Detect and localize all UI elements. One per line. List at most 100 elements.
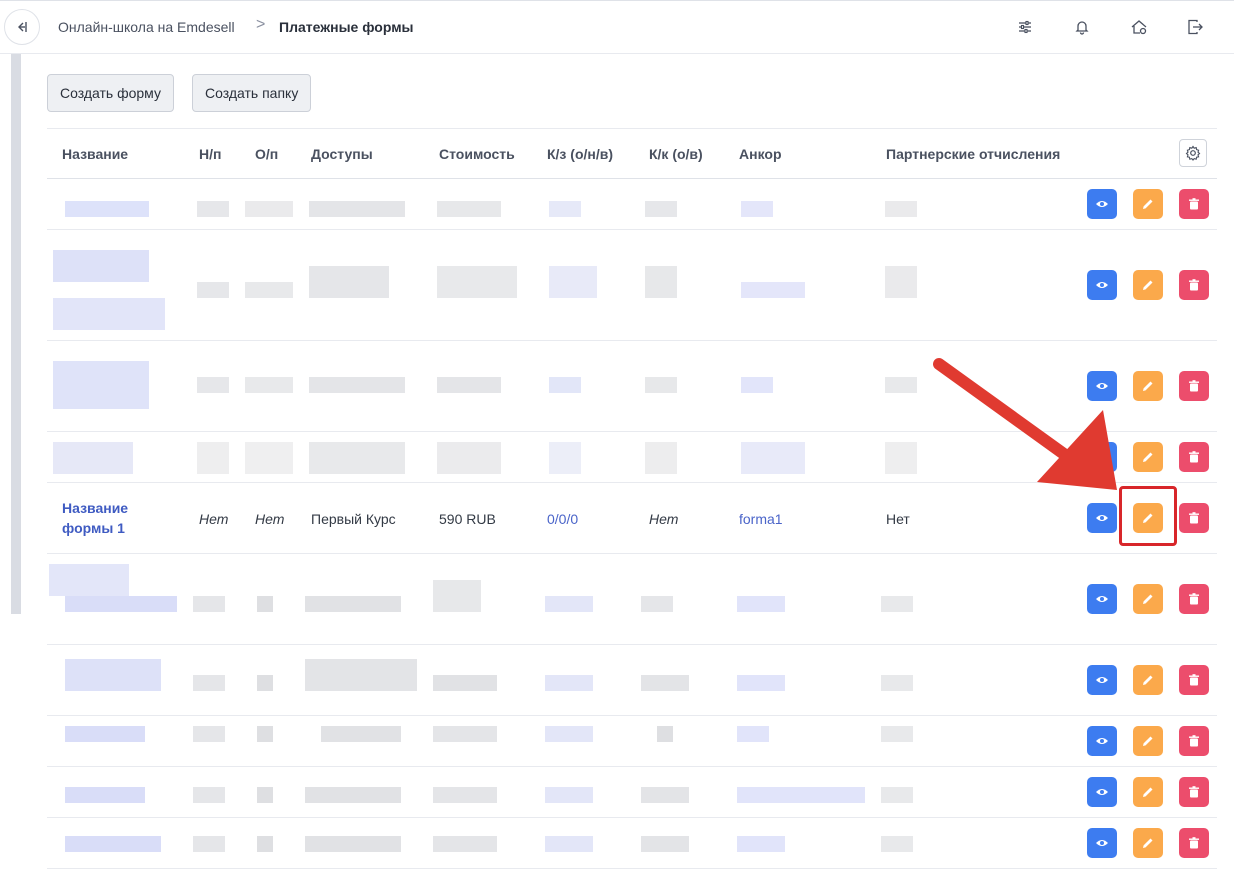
blurred-cell [257,787,273,803]
blurred-cell [737,596,785,612]
blurred-cell [741,377,773,393]
blurred-cell [193,836,225,852]
blurred-cell [433,836,497,852]
op-value: Нет [255,511,285,527]
edit-button[interactable] [1133,371,1163,401]
blurred-cell [545,787,593,803]
delete-button[interactable] [1179,665,1209,695]
pencil-icon [1143,675,1153,685]
table-row[interactable] [47,554,1217,645]
blurred-cell [65,659,161,691]
breadcrumb-separator: > [256,16,266,33]
header-kk: К/к (о/в) [649,146,703,162]
blurred-cell [245,282,293,298]
blurred-cell [309,266,389,298]
blurred-cell [657,726,673,742]
edit-button[interactable] [1133,270,1163,300]
blurred-cell [193,726,225,742]
edit-button[interactable] [1133,665,1163,695]
blurred-cell [741,282,805,298]
blurred-cell [549,201,581,217]
edit-button[interactable] [1133,726,1163,756]
form-name-link[interactable]: Название формы 1 [62,498,152,538]
access-value: Первый Курс [311,511,396,527]
anchor-link[interactable]: forma1 [739,511,783,527]
blurred-cell [305,596,401,612]
blurred-cell [193,787,225,803]
blurred-cell [545,726,593,742]
table-settings-button[interactable] [1179,139,1207,167]
collapse-sidebar-button[interactable] [4,9,40,45]
blurred-cell [245,442,293,474]
delete-button[interactable] [1179,584,1209,614]
view-button[interactable] [1087,270,1117,300]
pencil-icon [1143,787,1153,797]
table-header: Название Н/п О/п Доступы Стоимость К/з (… [47,129,1217,179]
blurred-cell [305,659,417,691]
view-button[interactable] [1087,726,1117,756]
blurred-cell [193,675,225,691]
table-row[interactable] [47,716,1217,767]
eye-icon [1096,677,1108,683]
trash-icon [1189,837,1199,849]
view-button[interactable] [1087,584,1117,614]
edit-button[interactable] [1133,442,1163,472]
edit-button[interactable] [1133,828,1163,858]
blurred-cell [881,726,913,742]
blurred-cell [737,836,785,852]
blurred-cell [881,836,913,852]
header-price: Стоимость [439,146,515,162]
blurred-cell [257,596,273,612]
price-value: 590 RUB [439,511,496,527]
logout-button[interactable] [1184,16,1206,38]
delete-button[interactable] [1179,726,1209,756]
delete-button[interactable] [1179,371,1209,401]
view-button[interactable] [1087,665,1117,695]
logout-icon [1188,19,1203,35]
table-row[interactable] [47,230,1217,341]
view-button[interactable] [1087,503,1117,533]
edit-button[interactable] [1133,584,1163,614]
header-anchor: Анкор [739,146,782,162]
delete-button[interactable] [1179,828,1209,858]
blurred-cell [881,675,913,691]
table-row[interactable] [47,818,1217,869]
blurred-cell [433,726,497,742]
view-button[interactable] [1087,189,1117,219]
kz-link[interactable]: 0/0/0 [547,511,578,527]
create-form-button[interactable]: Создать форму [47,74,174,112]
blurred-cell [197,201,229,217]
blurred-cell [433,787,497,803]
blurred-cell [53,298,165,330]
blurred-cell [881,596,913,612]
eye-icon [1096,282,1108,288]
header-np: Н/п [199,146,222,162]
breadcrumb-parent[interactable]: Онлайн-школа на Emdesell [58,19,235,35]
blurred-cell [737,787,865,803]
table-row[interactable] [47,179,1217,230]
blurred-cell [257,726,273,742]
filters-button[interactable] [1014,16,1036,38]
table-row[interactable] [47,767,1217,818]
delete-button[interactable] [1179,503,1209,533]
view-button[interactable] [1087,828,1117,858]
delete-button[interactable] [1179,189,1209,219]
table-row[interactable] [47,645,1217,716]
delete-button[interactable] [1179,777,1209,807]
delete-button[interactable] [1179,442,1209,472]
home-button[interactable] [1128,16,1150,38]
blurred-cell [197,377,229,393]
blurred-cell [245,377,293,393]
delete-button[interactable] [1179,270,1209,300]
blurred-cell [641,675,689,691]
notifications-button[interactable] [1071,16,1093,38]
trash-icon [1189,593,1199,605]
blurred-cell [437,377,501,393]
edit-button[interactable] [1133,189,1163,219]
blurred-cell [437,266,517,298]
edit-button[interactable] [1133,777,1163,807]
blurred-cell [65,836,161,852]
view-button[interactable] [1087,777,1117,807]
create-folder-button[interactable]: Создать папку [192,74,312,112]
blurred-cell [641,836,689,852]
